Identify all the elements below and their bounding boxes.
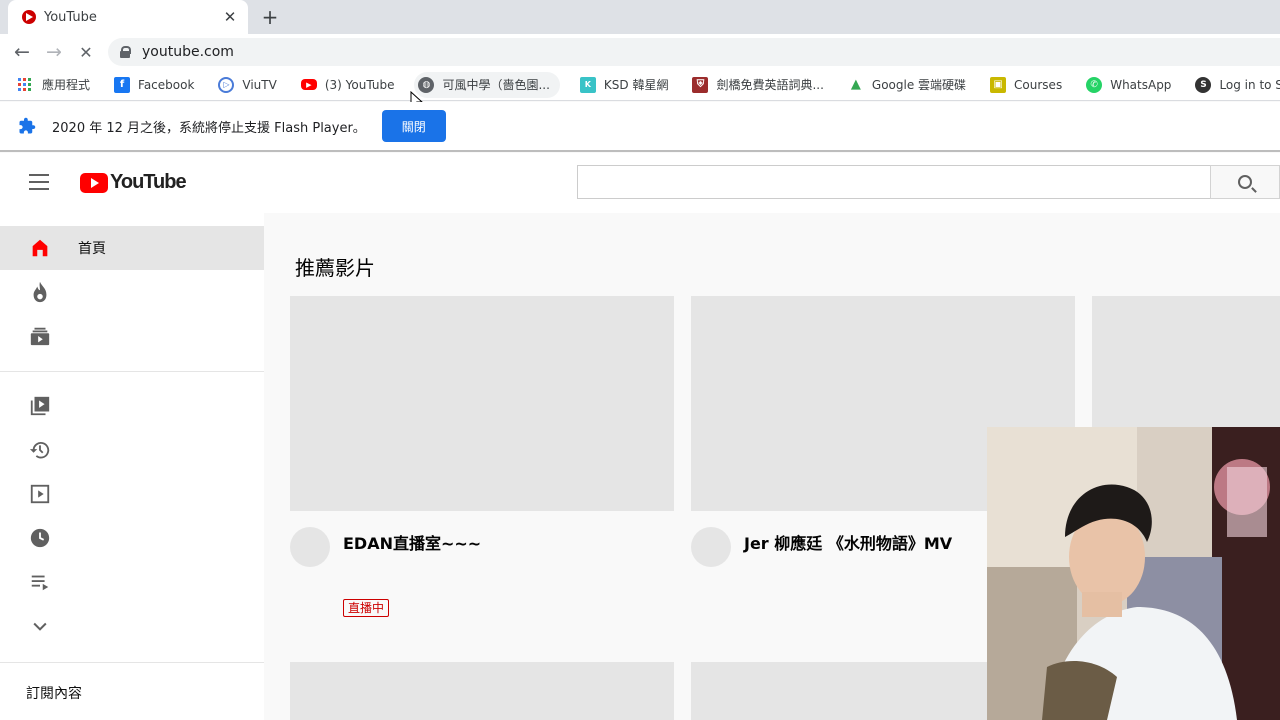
sidebar-item-playlist[interactable] — [0, 560, 264, 604]
sidebar-item-your-videos[interactable] — [0, 472, 264, 516]
tab-youtube[interactable]: YouTube ✕ — [8, 0, 248, 34]
ksd-icon: K — [579, 76, 596, 93]
google-drive-icon: ▲ — [850, 77, 861, 92]
sidebar-divider — [0, 662, 264, 663]
bookmark-courses[interactable]: ▣ Courses — [986, 72, 1066, 98]
sidebar-item-library[interactable] — [0, 384, 264, 428]
trending-icon — [28, 280, 52, 304]
bookmarks-bar: 應用程式 f Facebook ▷ ViuTV ▶ (3) YouTube ◍ … — [0, 69, 1280, 101]
section-title: 推薦影片 — [295, 256, 375, 280]
your-videos-icon — [28, 482, 52, 506]
search-icon — [1238, 175, 1252, 189]
home-icon — [28, 236, 52, 260]
subscriptions-icon — [28, 324, 52, 348]
courses-icon: ▣ — [990, 76, 1007, 93]
bookmark-school[interactable]: ◍ 可風中學（嗇色園... — [414, 71, 560, 98]
bookmark-label: (3) YouTube — [324, 77, 395, 92]
tab-strip: YouTube ✕ + — [0, 0, 1280, 34]
chevron-down-icon — [28, 614, 52, 638]
bookmark-label: Log in to Schoology — [1219, 77, 1280, 92]
bookmark-label: Google 雲端硬碟 — [871, 78, 967, 92]
channel-avatar[interactable] — [290, 527, 330, 567]
menu-icon[interactable] — [29, 174, 49, 190]
youtube-logo-icon — [80, 172, 108, 193]
search-input[interactable] — [577, 165, 1211, 199]
cambridge-icon: ⛨ — [692, 76, 709, 93]
bookmark-label: 應用程式 — [42, 78, 91, 92]
bookmark-label: Courses — [1014, 77, 1063, 92]
new-tab-button[interactable]: + — [258, 5, 282, 29]
playlist-icon — [28, 570, 52, 594]
stop-loading-icon[interactable]: ✕ — [73, 39, 99, 65]
lock-icon[interactable] — [120, 46, 131, 58]
library-icon — [28, 394, 52, 418]
webcam-overlay — [987, 427, 1280, 720]
bookmark-label: Facebook — [138, 77, 195, 92]
forward-icon[interactable]: → — [41, 39, 67, 65]
flash-infobar: 2020 年 12 月之後，系統將停止支援 Flash Player。 關閉 — [0, 102, 1280, 152]
apps-grid-icon — [18, 77, 32, 92]
video-thumbnail[interactable] — [691, 662, 987, 720]
youtube-favicon-icon — [22, 10, 36, 24]
video-title[interactable]: EDAN直播室~~~ — [343, 530, 481, 554]
facebook-icon: f — [114, 76, 131, 93]
address-bar[interactable]: youtube.com — [108, 38, 1280, 66]
bookmark-viutv[interactable]: ▷ ViuTV — [214, 72, 280, 98]
schoology-icon: S — [1195, 76, 1212, 93]
close-tab-icon[interactable]: ✕ — [220, 7, 240, 27]
bookmark-facebook[interactable]: f Facebook — [110, 72, 198, 98]
history-icon — [28, 438, 52, 462]
video-thumbnail[interactable] — [290, 296, 674, 511]
bookmark-whatsapp[interactable]: ✆ WhatsApp — [1082, 72, 1175, 98]
back-icon[interactable]: ← — [9, 39, 35, 65]
sidebar-item-home[interactable]: 首頁 — [0, 226, 264, 270]
bookmark-label: KSD 韓星網 — [603, 78, 669, 92]
puzzle-piece-icon — [18, 117, 36, 135]
tab-title: YouTube — [44, 9, 97, 25]
bookmark-label: ViuTV — [242, 77, 277, 92]
youtube-icon: ▶ — [300, 79, 317, 90]
browser-toolbar: ← → ✕ youtube.com — [0, 34, 1280, 69]
subscriptions-heading: 訂閱內容 — [26, 686, 82, 702]
channel-avatar[interactable] — [691, 527, 731, 567]
bookmark-google-drive[interactable]: ▲ Google 雲端硬碟 — [844, 72, 970, 98]
sidebar-item-trending[interactable] — [0, 270, 264, 314]
logo-text: YouTube — [110, 171, 187, 193]
infobar-message: 2020 年 12 月之後，系統將停止支援 Flash Player。 — [52, 120, 366, 136]
whatsapp-icon: ✆ — [1086, 76, 1103, 93]
sidebar-item-subscriptions[interactable] — [0, 314, 264, 358]
sidebar: 首頁 訂閱內容 — [0, 213, 264, 720]
sidebar-item-history[interactable] — [0, 428, 264, 472]
youtube-logo[interactable]: YouTube — [80, 171, 187, 194]
bookmark-label: 劍橋免費英語詞典... — [716, 78, 824, 92]
bookmark-cambridge[interactable]: ⛨ 劍橋免費英語詞典... — [688, 72, 827, 98]
video-title[interactable]: Jer 柳應廷 《水刑物語》MV — [744, 530, 952, 554]
live-badge: 直播中 — [343, 599, 390, 617]
bookmark-ksd[interactable]: K KSD 韓星網 — [576, 72, 673, 98]
video-thumbnail[interactable] — [290, 662, 674, 720]
bookmark-youtube[interactable]: ▶ (3) YouTube — [297, 72, 399, 98]
bookmark-label: WhatsApp — [1110, 77, 1172, 92]
bookmark-label: 可風中學（嗇色園... — [442, 78, 550, 92]
url-text: youtube.com — [142, 44, 234, 60]
close-infobar-button[interactable]: 關閉 — [381, 110, 446, 142]
watch-later-icon — [28, 526, 52, 550]
search-button[interactable] — [1210, 165, 1280, 199]
sidebar-item-show-more[interactable] — [0, 604, 264, 648]
sidebar-item-label: 首頁 — [78, 241, 106, 257]
sidebar-item-watch-later[interactable] — [0, 516, 264, 560]
youtube-header: YouTube — [0, 153, 1280, 213]
sidebar-divider — [0, 371, 264, 372]
bookmark-schoology[interactable]: S Log in to Schoology — [1191, 72, 1280, 98]
bookmark-apps[interactable]: 應用程式 — [14, 72, 94, 98]
viutv-icon: ▷ — [218, 76, 235, 93]
